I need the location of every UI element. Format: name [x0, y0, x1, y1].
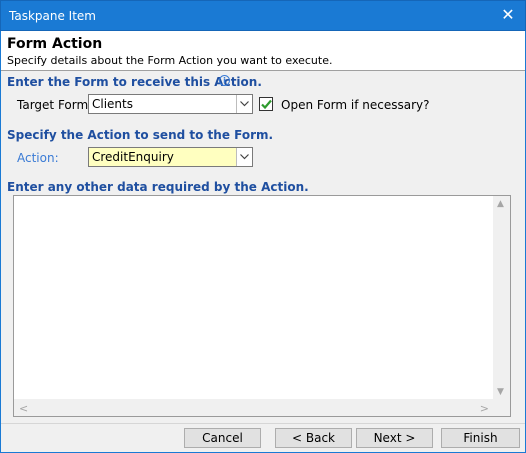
page-subtitle: Specify details about the Form Action yo…: [7, 54, 333, 67]
open-form-label: Open Form if necessary?: [281, 98, 430, 112]
window-title: Taskpane Item: [9, 9, 96, 23]
close-icon[interactable]: ✕: [499, 6, 517, 24]
open-form-checkbox[interactable]: [259, 97, 273, 111]
scroll-left-icon[interactable]: <: [19, 402, 28, 415]
next-button[interactable]: Next >: [356, 428, 433, 448]
finish-button[interactable]: Finish: [441, 428, 520, 448]
target-form-select[interactable]: Clients: [88, 94, 253, 114]
action-label: Action:: [17, 151, 59, 165]
action-select[interactable]: CreditEnquiry: [88, 147, 253, 167]
footer-divider: [1, 423, 525, 424]
chevron-down-icon: [240, 101, 249, 107]
scroll-right-icon[interactable]: >: [480, 402, 489, 415]
action-dropdown-button[interactable]: [236, 148, 252, 166]
action-value: CreditEnquiry: [92, 150, 174, 164]
section-data-heading: Enter any other data required by the Act…: [7, 180, 309, 194]
target-form-value: Clients: [92, 97, 133, 111]
checkmark-icon: [261, 99, 272, 110]
target-form-label: Target Form:: [17, 98, 93, 112]
chevron-down-icon: [240, 154, 249, 160]
cancel-button[interactable]: Cancel: [184, 428, 261, 448]
horizontal-scrollbar[interactable]: < >: [14, 399, 494, 416]
scrollbar-corner: [493, 399, 510, 416]
wizard-header: Form Action Specify details about the Fo…: [1, 31, 525, 71]
action-data-textarea[interactable]: ▲ ▼ < >: [13, 195, 511, 417]
scroll-down-icon[interactable]: ▼: [497, 387, 504, 397]
target-form-dropdown-button[interactable]: [236, 95, 252, 113]
vertical-scrollbar[interactable]: ▲ ▼: [493, 196, 510, 400]
info-icon[interactable]: i: [219, 75, 230, 86]
title-bar: Taskpane Item ✕: [0, 0, 526, 31]
page-title: Form Action: [7, 36, 103, 52]
scroll-up-icon[interactable]: ▲: [497, 199, 504, 209]
section-action-heading: Specify the Action to send to the Form.: [7, 128, 274, 142]
back-button[interactable]: < Back: [275, 428, 352, 448]
